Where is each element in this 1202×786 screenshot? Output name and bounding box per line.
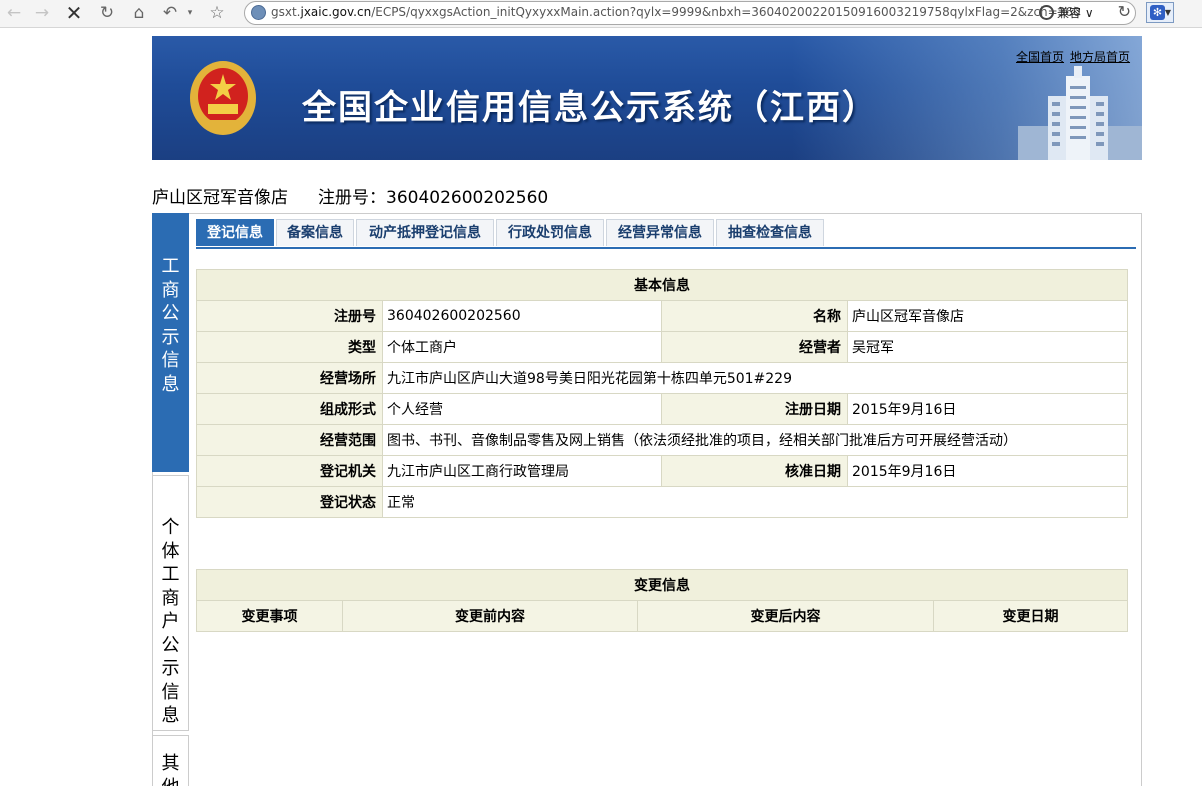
form-label: 组成形式: [196, 393, 383, 425]
sidebar-item-label: 工: [161, 564, 180, 585]
company-header: 庐山区冠军音像店 注册号：360402600202560: [152, 183, 548, 208]
sidebar-item-label: 信: [161, 350, 180, 371]
address-bar[interactable]: gsxt.jxaic.gov.cn/ECPS/qyxxgsAction_init…: [244, 1, 1136, 25]
chevron-down-icon: ▼: [1164, 8, 1171, 17]
tab-underline: [196, 247, 1136, 249]
approve-date-label: 核准日期: [661, 455, 848, 487]
forward-icon[interactable]: →: [32, 1, 52, 25]
status-label: 登记状态: [196, 486, 383, 518]
reg-date-label: 注册日期: [661, 393, 848, 425]
name-value: 庐山区冠军音像店: [847, 300, 1128, 332]
reg-date-value: 2015年9月16日: [847, 393, 1128, 425]
sidebar-item-label: 商: [161, 587, 180, 609]
browser-toolbar: ← → ✕ ↻ ⌂ ↶ ▾ ☆ gsxt.jxaic.gov.cn/ECPS/q…: [0, 0, 1202, 28]
national-home-link[interactable]: 全国首页: [1016, 50, 1064, 64]
sidebar-item-label: 他: [153, 776, 188, 786]
sidebar-item-label: 公: [161, 303, 180, 324]
sidebar-item-label: 息: [161, 705, 180, 726]
compat-mode-button[interactable]: 兼容 ∨: [1039, 4, 1094, 22]
change-date-header: 变更日期: [933, 600, 1128, 632]
sidebar-item-label: 息: [161, 373, 180, 395]
sidebar-item-label: 个: [161, 517, 180, 538]
history-back-icon[interactable]: ↶: [160, 1, 180, 25]
address-refresh-icon[interactable]: ↻: [1118, 2, 1131, 21]
reg-no-label: 注册号: [196, 300, 383, 332]
basic-info-title: 基本信息: [196, 269, 1128, 301]
address-value: 九江市庐山区庐山大道98号美日阳光花园第十栋四单元501#229: [382, 362, 1128, 394]
site-banner: 全国企业信用信息公示系统（江西）: [152, 36, 1142, 160]
change-info-title: 变更信息: [196, 569, 1128, 601]
type-label: 类型: [196, 331, 383, 363]
sidebar-item-label: 体: [161, 540, 180, 562]
change-info-table: 变更信息 变更事项 变更前内容 变更后内容 变更日期: [196, 569, 1128, 632]
company-reg-no: 注册号：360402600202560: [318, 188, 549, 208]
sidebar-item-business-disclosure[interactable]: 工 商 公 示 信 息: [152, 213, 189, 472]
sidebar-item-label: 示: [161, 326, 180, 348]
approve-date-value: 2015年9月16日: [847, 455, 1128, 487]
building-image: [1018, 66, 1142, 160]
status-value: 正常: [382, 486, 1128, 518]
sidebar-item-label: 公: [161, 634, 180, 656]
sidebar-item-label: 其: [161, 753, 180, 774]
paw-icon: ✻: [1150, 5, 1165, 20]
sidebar-item-label: 工: [161, 256, 180, 277]
operator-value: 吴冠军: [847, 331, 1128, 363]
stop-icon[interactable]: ✕: [64, 1, 84, 25]
sidebar-item-label: 示: [161, 658, 180, 679]
sidebar-item-label: 信: [161, 681, 180, 703]
before-content-header: 变更前内容: [342, 600, 638, 632]
sidebar-item-label: 商: [161, 279, 180, 301]
sidebar-item-individual-disclosure[interactable]: 个 体 工 商 户 公 示 信 息: [152, 475, 189, 731]
ie-compat-icon: [1039, 5, 1054, 20]
tab-registration[interactable]: 登记信息: [196, 219, 274, 246]
banner-title: 全国企业信用信息公示系统（江西）: [302, 88, 878, 128]
address-url[interactable]: gsxt.jxaic.gov.cn/ECPS/qyxxgsAction_init…: [271, 5, 1081, 19]
form-value: 个人经营: [382, 393, 662, 425]
history-dropdown-icon[interactable]: ▾: [184, 1, 196, 25]
company-name: 庐山区冠军音像店: [152, 188, 288, 208]
name-label: 名称: [661, 300, 848, 332]
extension-button[interactable]: ✻ ▼: [1146, 2, 1174, 23]
favorite-star-icon[interactable]: ☆: [206, 1, 228, 25]
chevron-down-icon: ∨: [1084, 6, 1094, 20]
tab-filing[interactable]: 备案信息: [276, 219, 354, 246]
sidebar-item-other[interactable]: 其 他: [152, 735, 189, 786]
back-icon[interactable]: ←: [4, 1, 24, 25]
type-value: 个体工商户: [382, 331, 662, 363]
authority-value: 九江市庐山区工商行政管理局: [382, 455, 662, 487]
refresh-icon[interactable]: ↻: [96, 1, 118, 25]
top-links: 全国首页 地方局首页: [1016, 48, 1136, 65]
tab-spot-check[interactable]: 抽查检查信息: [716, 219, 824, 246]
tab-administrative-penalty[interactable]: 行政处罚信息: [496, 219, 604, 246]
reg-no-value: 360402600202560: [382, 300, 662, 332]
home-icon[interactable]: ⌂: [128, 1, 150, 25]
sidebar-item-label: 户: [161, 611, 180, 632]
tab-chattel-mortgage[interactable]: 动产抵押登记信息: [356, 219, 494, 246]
tab-abnormal-operation[interactable]: 经营异常信息: [606, 219, 714, 246]
operator-label: 经营者: [661, 331, 848, 363]
after-content-header: 变更后内容: [637, 600, 934, 632]
national-emblem-icon: [190, 61, 256, 135]
site-globe-icon: [251, 5, 266, 20]
scope-value: 图书、书刊、音像制品零售及网上销售（依法须经批准的项目，经相关部门批准后方可开展…: [382, 424, 1128, 456]
change-item-header: 变更事项: [196, 600, 343, 632]
scope-label: 经营范围: [196, 424, 383, 456]
local-home-link[interactable]: 地方局首页: [1070, 50, 1130, 64]
address-label: 经营场所: [196, 362, 383, 394]
basic-info-table: 基本信息 注册号 360402600202560 名称 庐山区冠军音像店 类型 …: [196, 269, 1128, 518]
authority-label: 登记机关: [196, 455, 383, 487]
